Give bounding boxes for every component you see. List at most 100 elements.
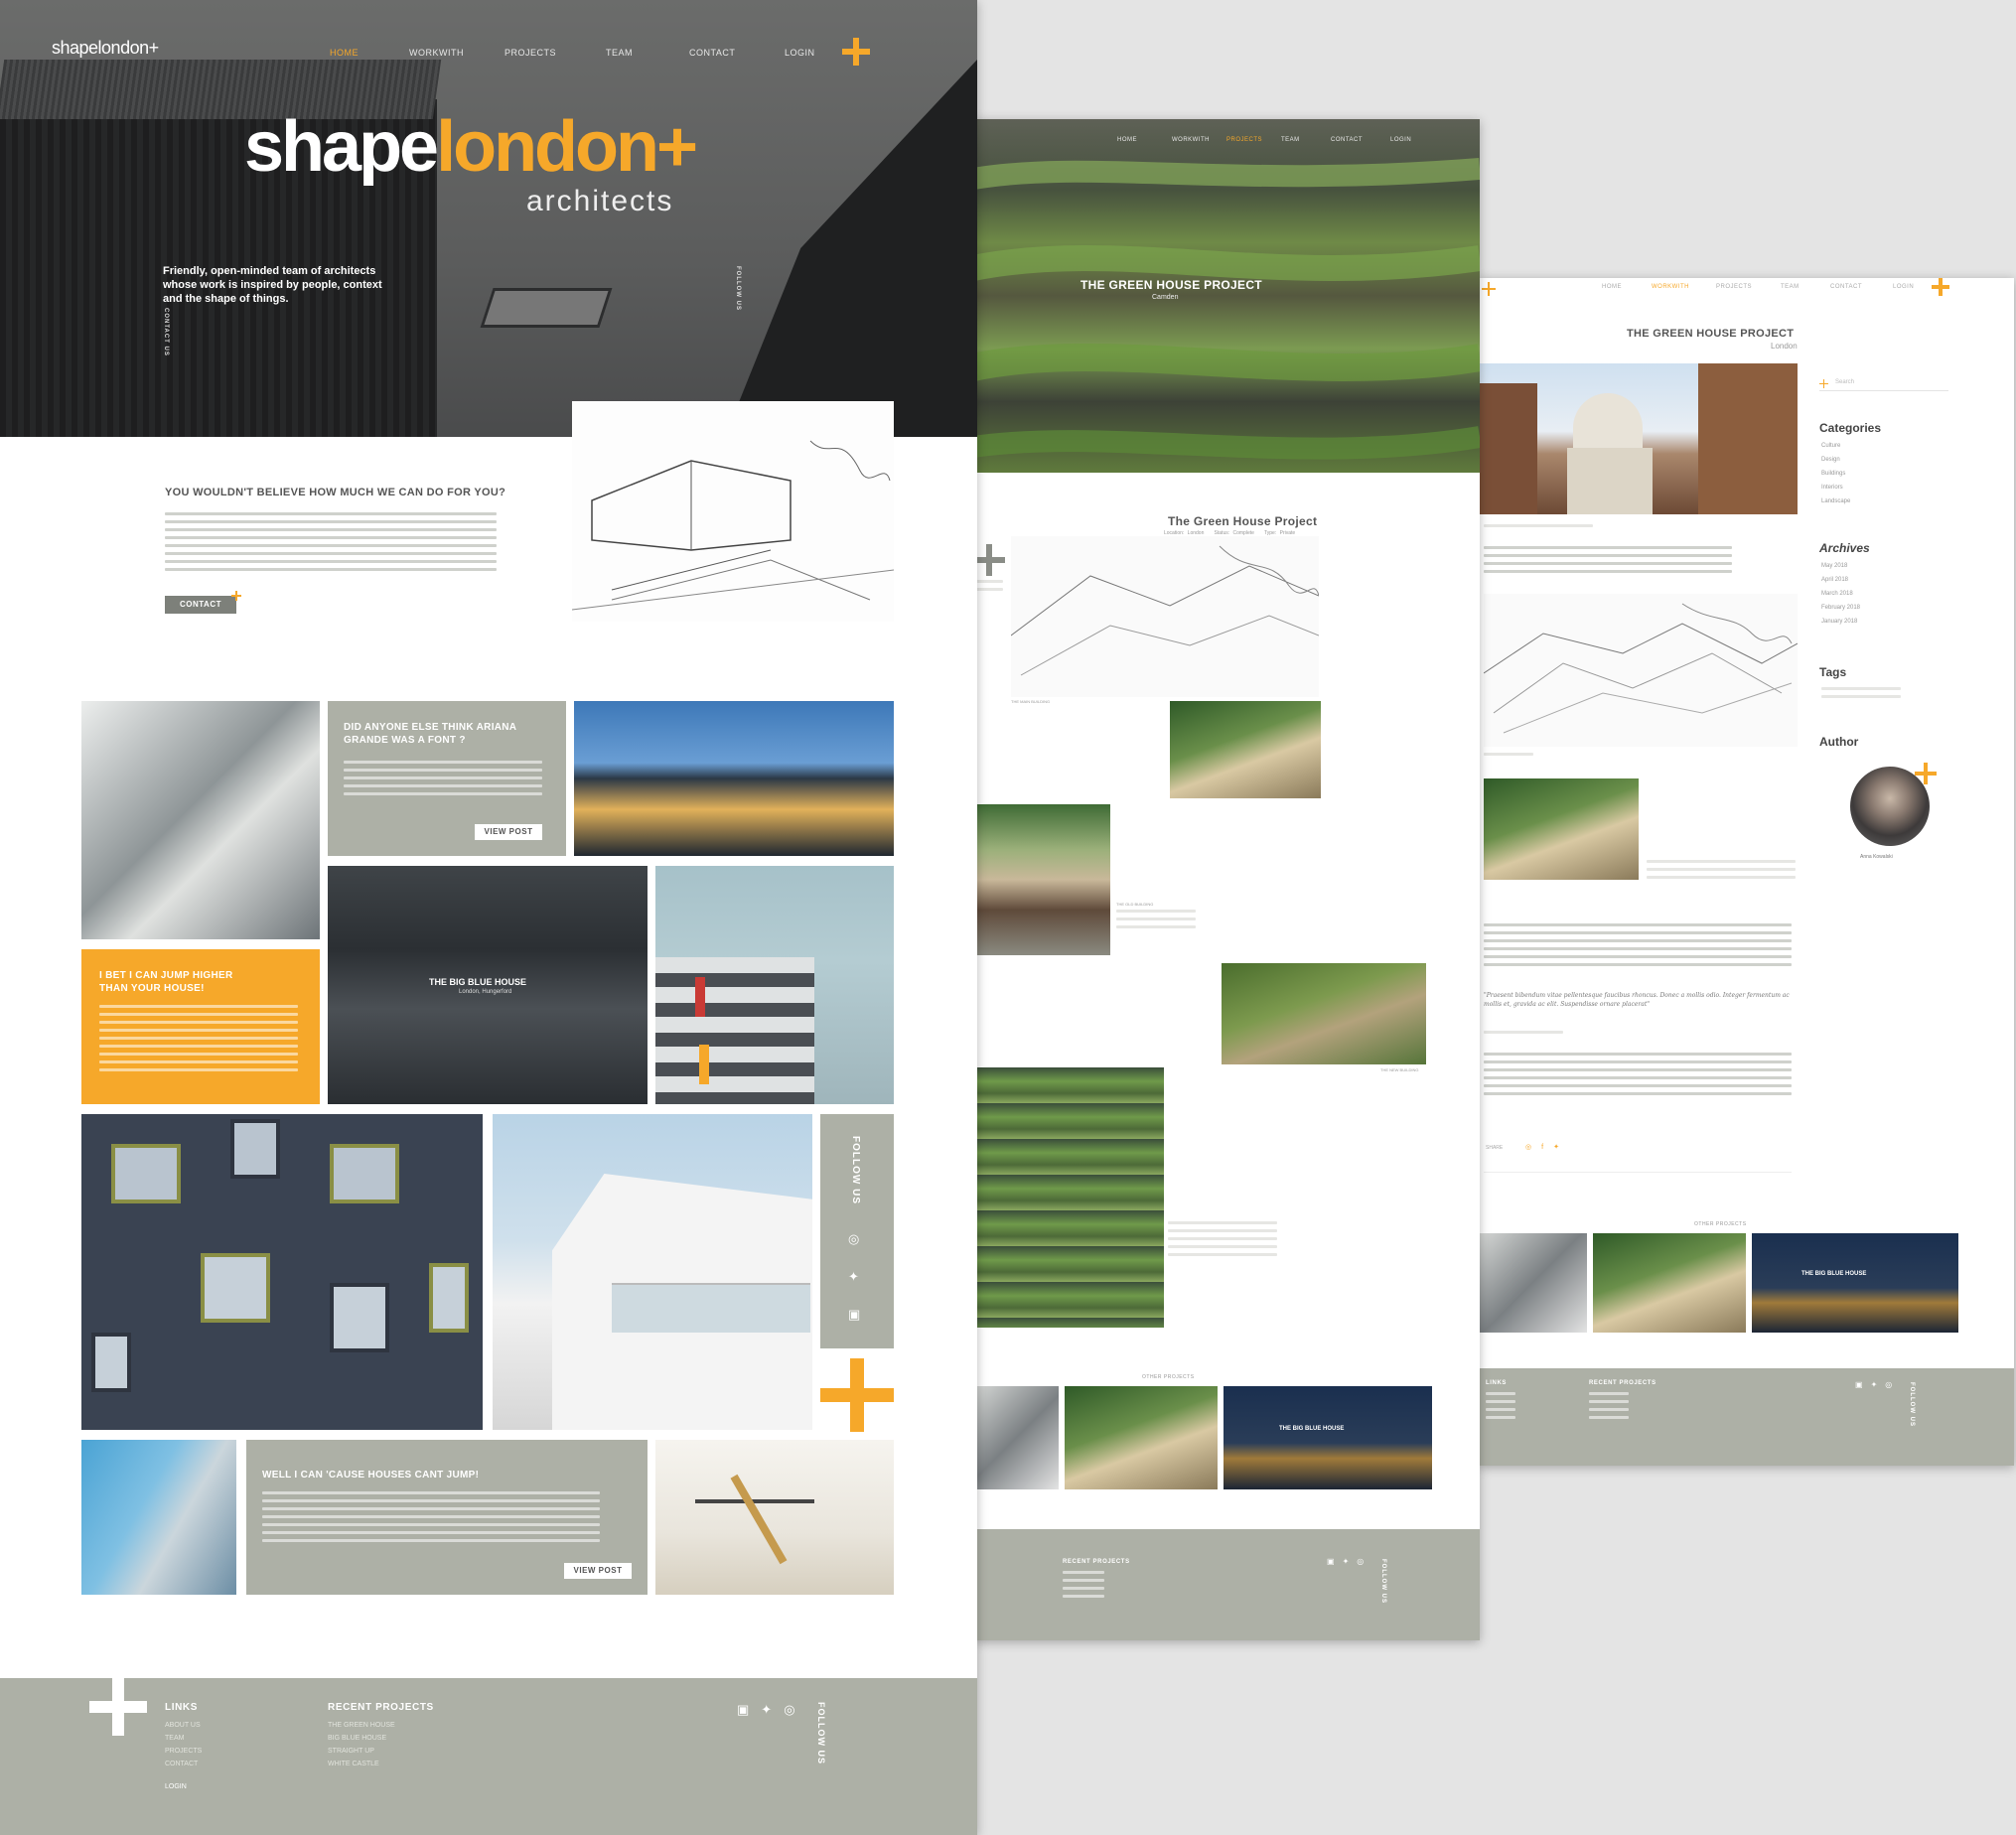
instagram-icon[interactable]: ◎ — [1357, 1557, 1371, 1566]
blog-green-house-photo — [1484, 778, 1639, 880]
contact-button[interactable]: CONTACT — [165, 596, 236, 614]
hero-follow-vertical[interactable]: FOLLOW US — [735, 266, 741, 311]
nav-home[interactable]: HOME — [1602, 284, 1622, 290]
nav-projects[interactable]: PROJECTS — [504, 48, 556, 58]
card-ariana-view-post[interactable]: VIEW POST — [475, 824, 542, 840]
instagram-icon[interactable]: ◎ — [848, 1231, 859, 1247]
footer-links: ABOUT US TEAM PROJECTS CONTACT — [165, 1722, 202, 1773]
project-other-photo-2[interactable] — [1065, 1386, 1218, 1489]
footer-recent: THE GREEN HOUSE BIG BLUE HOUSE STRAIGHT … — [328, 1722, 395, 1773]
home-footer: LINKS ABOUT US TEAM PROJECTS CONTACT LOG… — [0, 1678, 977, 1835]
category-item[interactable]: Buildings — [1821, 471, 1850, 477]
nav-login[interactable]: LOGIN — [1390, 137, 1411, 143]
project-photo-green-1 — [1170, 701, 1321, 798]
blog-nav-plus-icon[interactable] — [1932, 278, 1949, 296]
archive-item[interactable]: March 2018 — [1821, 591, 1860, 597]
instagram-icon[interactable]: ◎ — [1885, 1380, 1900, 1389]
blog-other-photo-2[interactable] — [1593, 1233, 1746, 1333]
hero-shape: shape — [244, 107, 439, 187]
category-item[interactable]: Design — [1821, 457, 1850, 463]
nav-projects[interactable]: PROJECTS — [1716, 284, 1752, 290]
nav-plus-icon[interactable] — [842, 38, 870, 66]
archive-item[interactable]: February 2018 — [1821, 605, 1860, 611]
footer-login[interactable]: LOGIN — [165, 1783, 187, 1790]
project-footer-social: ▣✦◎ — [1327, 1557, 1371, 1566]
nav-workwith[interactable]: WORKWITH — [1652, 284, 1689, 290]
facebook-icon[interactable]: ▣ — [848, 1307, 860, 1323]
blog-logo-plus-icon[interactable] — [1482, 282, 1496, 296]
project-other-heading: OTHER PROJECTS — [1142, 1374, 1195, 1380]
footer-link[interactable]: TEAM — [165, 1735, 202, 1742]
nav-contact[interactable]: CONTACT — [1830, 284, 1862, 290]
project-caption-1: THE MAIN BUILDING — [1011, 699, 1051, 704]
instagram-icon[interactable]: ◎ — [784, 1702, 806, 1717]
blog-search[interactable]: Search — [1819, 377, 1948, 391]
blog-other-photo-1[interactable] — [1478, 1233, 1587, 1333]
blog-intro-text — [1484, 546, 1732, 578]
footer-link[interactable]: CONTACT — [165, 1761, 202, 1767]
category-item[interactable]: Culture — [1821, 443, 1850, 449]
nav-workwith[interactable]: WORKWITH — [409, 48, 464, 58]
project-other-photo-3[interactable]: THE BIG BLUE HOUSE — [1224, 1386, 1432, 1489]
nav-team[interactable]: TEAM — [1281, 137, 1300, 143]
footer-links-heading: LINKS — [165, 1702, 198, 1713]
blue-house-subtitle: London, Hungerford — [459, 989, 512, 995]
category-item[interactable]: Interiors — [1821, 485, 1850, 491]
project-photo-aerial — [1222, 963, 1426, 1064]
twitter-icon[interactable]: ✦ — [1871, 1380, 1886, 1389]
grid-photo-white-house — [493, 1114, 812, 1430]
footer-recent-item[interactable]: BIG BLUE HOUSE — [328, 1735, 395, 1742]
footer-recent-item[interactable]: THE GREEN HOUSE — [328, 1722, 395, 1729]
twitter-icon[interactable]: ✦ — [761, 1702, 784, 1717]
footer-recent-item[interactable]: STRAIGHT UP — [328, 1748, 395, 1755]
footer-recent-item[interactable]: WHITE CASTLE — [328, 1761, 395, 1767]
card-jump-text — [99, 1005, 298, 1076]
footer-recent-heading: RECENT PROJECTS — [328, 1702, 434, 1713]
card-cant-jump-view-post[interactable]: VIEW POST — [564, 1563, 632, 1579]
hero-tagline: Friendly, open-minded team of architects… — [163, 265, 382, 305]
project-footer-follow: FOLLOW US — [1380, 1559, 1386, 1604]
grid-photo-blue-house[interactable]: THE BIG BLUE HOUSE London, Hungerford — [328, 866, 648, 1104]
footer-link[interactable]: ABOUT US — [165, 1722, 202, 1729]
footer-social: ▣✦◎ — [737, 1702, 807, 1718]
nav-contact[interactable]: CONTACT — [689, 48, 735, 58]
hero-architects: architects — [526, 185, 674, 217]
categories-list: Culture Design Buildings Interiors Lands… — [1821, 443, 1850, 512]
nav-team[interactable]: TEAM — [1781, 284, 1800, 290]
facebook-icon[interactable]: ▣ — [737, 1702, 761, 1717]
project-title: The Green House Project — [1168, 514, 1318, 528]
facebook-icon[interactable]: ▣ — [1855, 1380, 1871, 1389]
archive-item[interactable]: January 2018 — [1821, 619, 1860, 625]
blog-sketch-caption — [1484, 753, 1533, 761]
twitter-icon[interactable]: ✦ — [1343, 1557, 1358, 1566]
archive-item[interactable]: April 2018 — [1821, 577, 1860, 583]
nav-workwith[interactable]: WORKWITH — [1172, 137, 1210, 143]
twitter-icon[interactable]: ✦ — [848, 1269, 859, 1285]
nav-login[interactable]: LOGIN — [785, 48, 815, 58]
category-item[interactable]: Landscape — [1821, 498, 1850, 504]
project-other-photo-1[interactable] — [973, 1386, 1059, 1489]
nav-login[interactable]: LOGIN — [1893, 284, 1914, 290]
facebook-icon[interactable]: ▣ — [1327, 1557, 1343, 1566]
nav-home[interactable]: HOME — [330, 48, 359, 58]
blog-footer-social: ▣✦◎ — [1855, 1380, 1900, 1389]
blog-other-photo-3[interactable]: THE BIG BLUE HOUSE — [1752, 1233, 1958, 1333]
twitter-icon[interactable]: ✦ — [1553, 1144, 1569, 1151]
archive-item[interactable]: May 2018 — [1821, 563, 1860, 569]
home-logo[interactable]: shapelondon+ — [52, 38, 159, 59]
nav-home[interactable]: HOME — [1117, 137, 1137, 143]
tags-heading: Tags — [1819, 665, 1847, 679]
nav-team[interactable]: TEAM — [606, 48, 633, 58]
blog-footer: LINKS RECENT PROJECTS ▣✦◎ FOLLOW US — [1478, 1368, 2014, 1466]
card-ariana-text — [344, 761, 542, 800]
footer-link[interactable]: PROJECTS — [165, 1748, 202, 1755]
blog-body-1 — [1484, 923, 1792, 971]
facebook-icon[interactable]: f — [1541, 1144, 1553, 1151]
nav-contact[interactable]: CONTACT — [1331, 137, 1363, 143]
intro-sketch — [572, 401, 894, 622]
nav-projects[interactable]: PROJECTS — [1226, 137, 1262, 143]
hero-contact-vertical[interactable]: CONTACT US — [163, 308, 169, 356]
project-footer: RECENT PROJECTS ▣✦◎ FOLLOW US — [973, 1529, 1480, 1640]
home-page: shapelondon+ HOME WORKWITH PROJECTS TEAM… — [0, 0, 977, 1835]
instagram-icon[interactable]: ◎ — [1525, 1144, 1541, 1151]
